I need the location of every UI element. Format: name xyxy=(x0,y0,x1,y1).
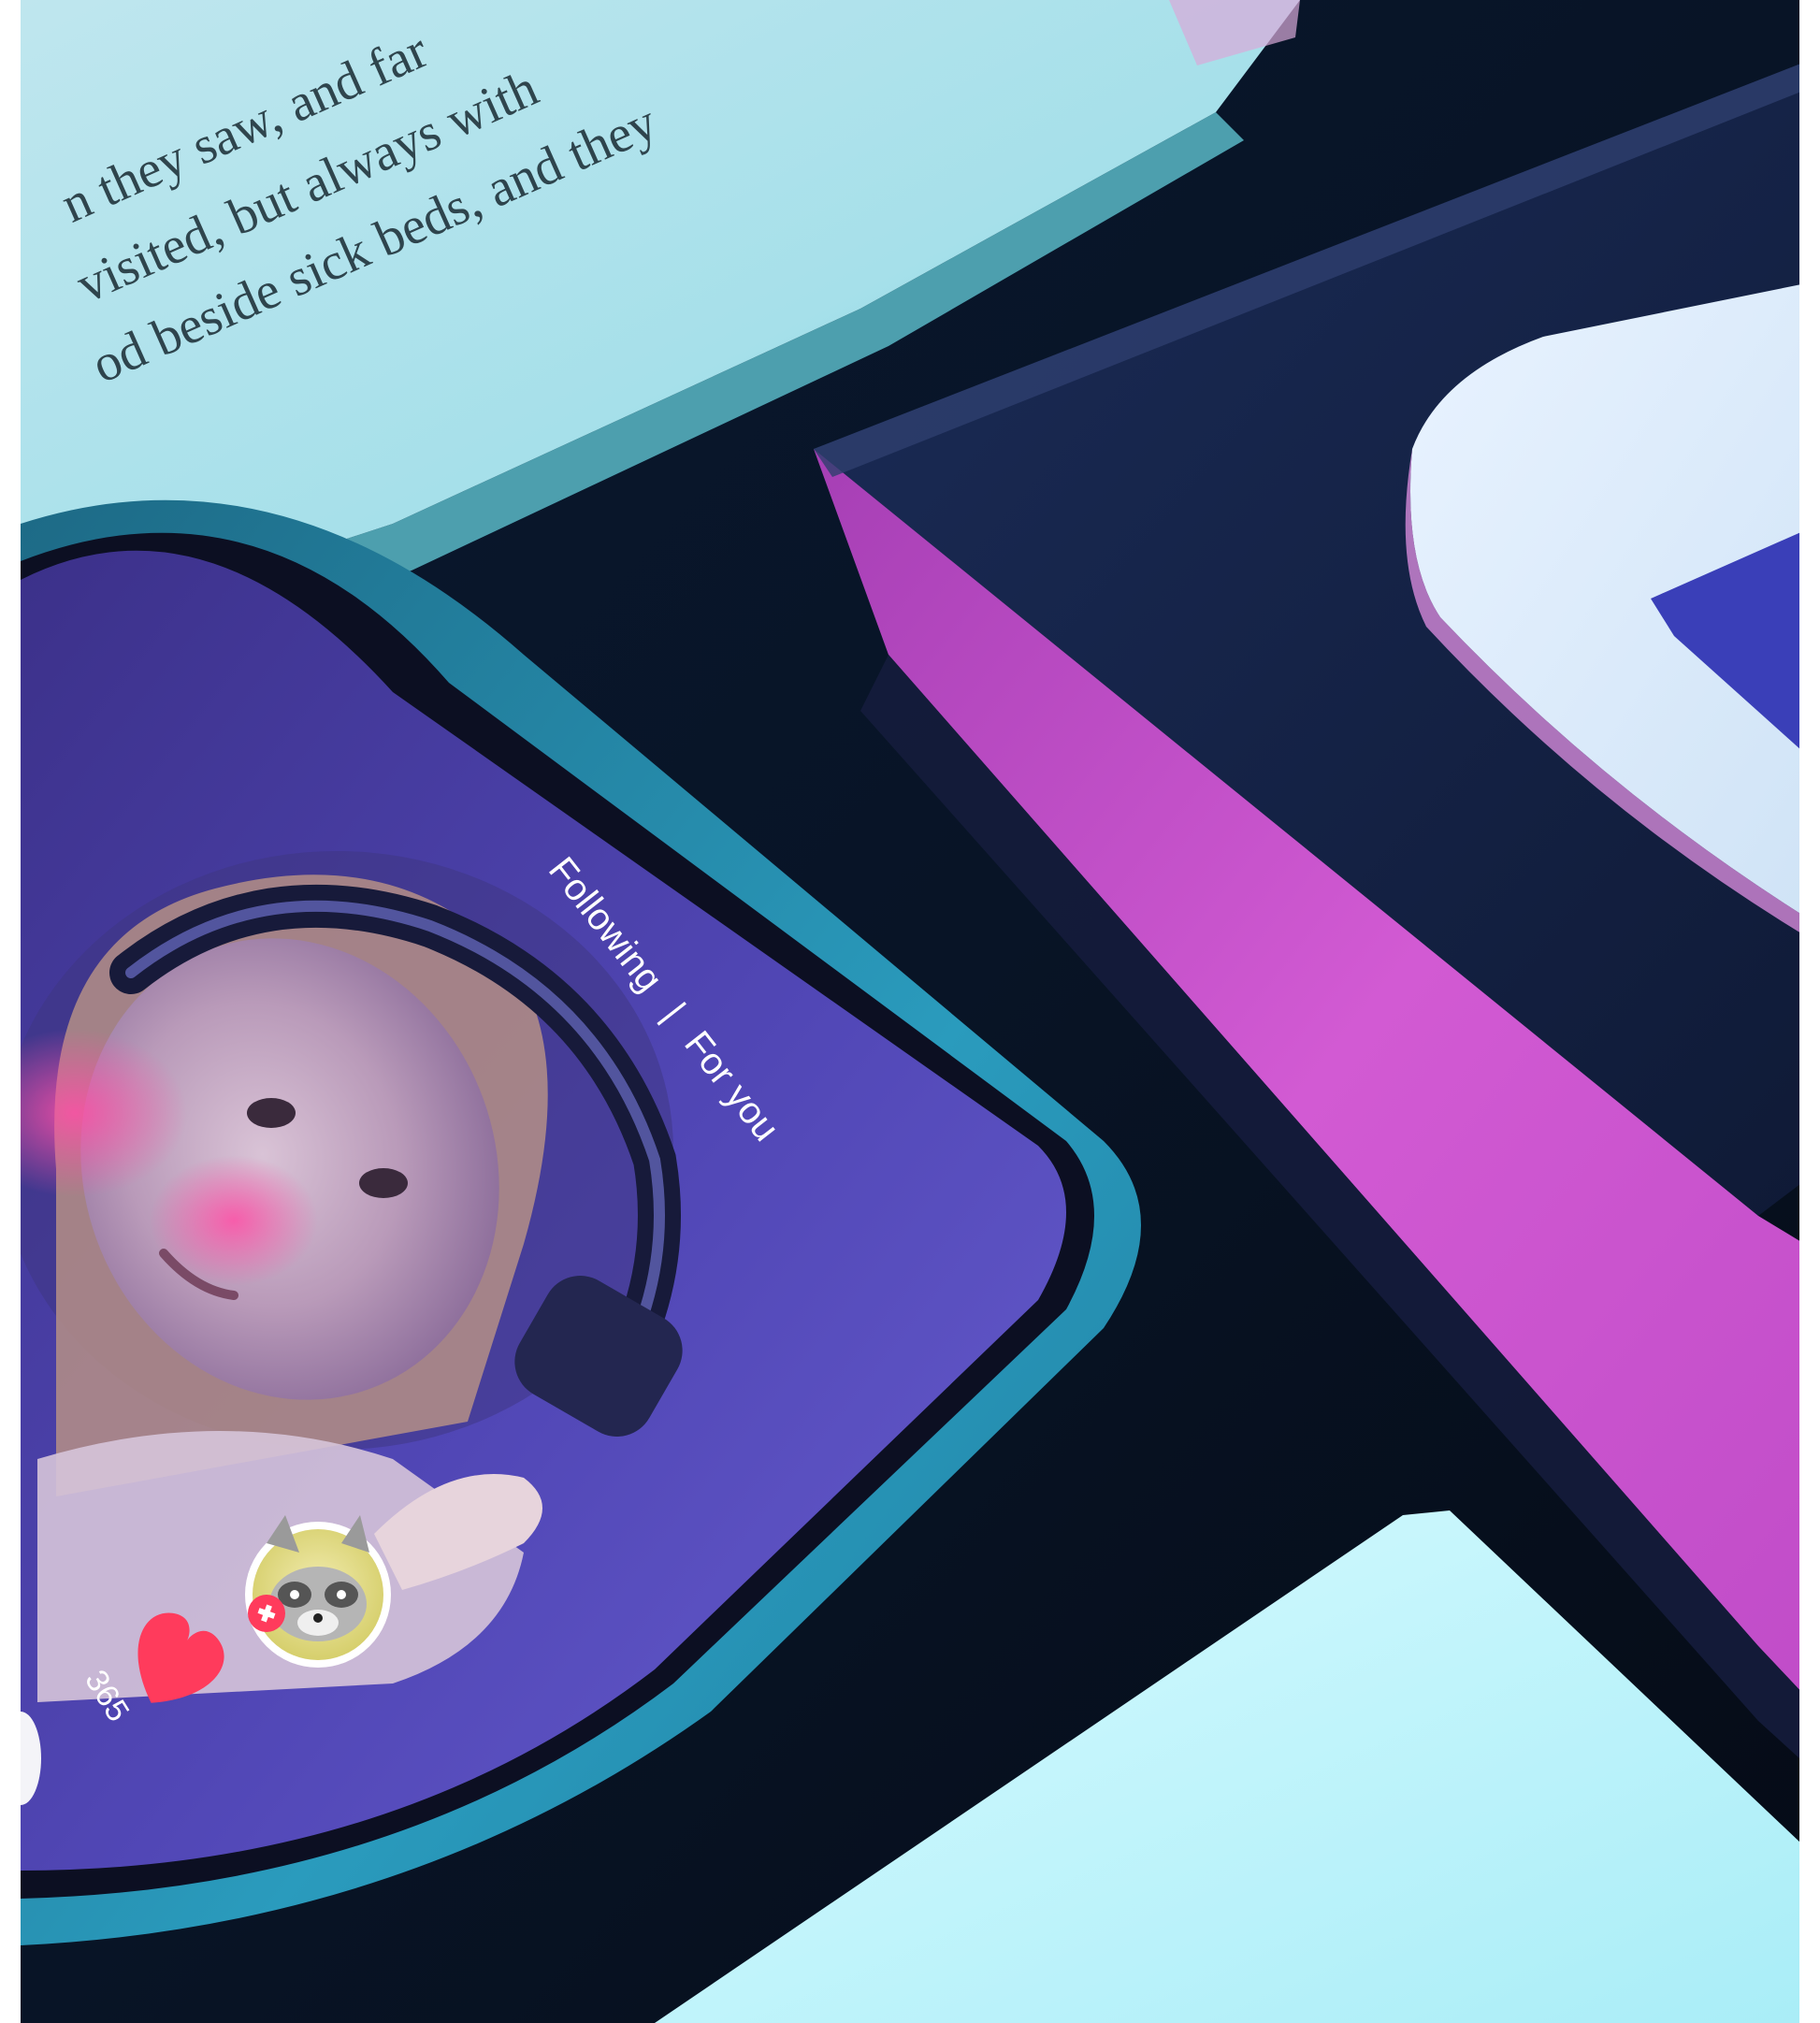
frame-right xyxy=(1799,0,1820,2023)
scene-illustration: n they saw, and far visited, but always … xyxy=(0,0,1820,2023)
photo-scene: n they saw, and far visited, but always … xyxy=(0,0,1820,2023)
frame-left xyxy=(0,0,21,2023)
eye-right xyxy=(359,1168,408,1198)
eye-left xyxy=(247,1098,296,1128)
